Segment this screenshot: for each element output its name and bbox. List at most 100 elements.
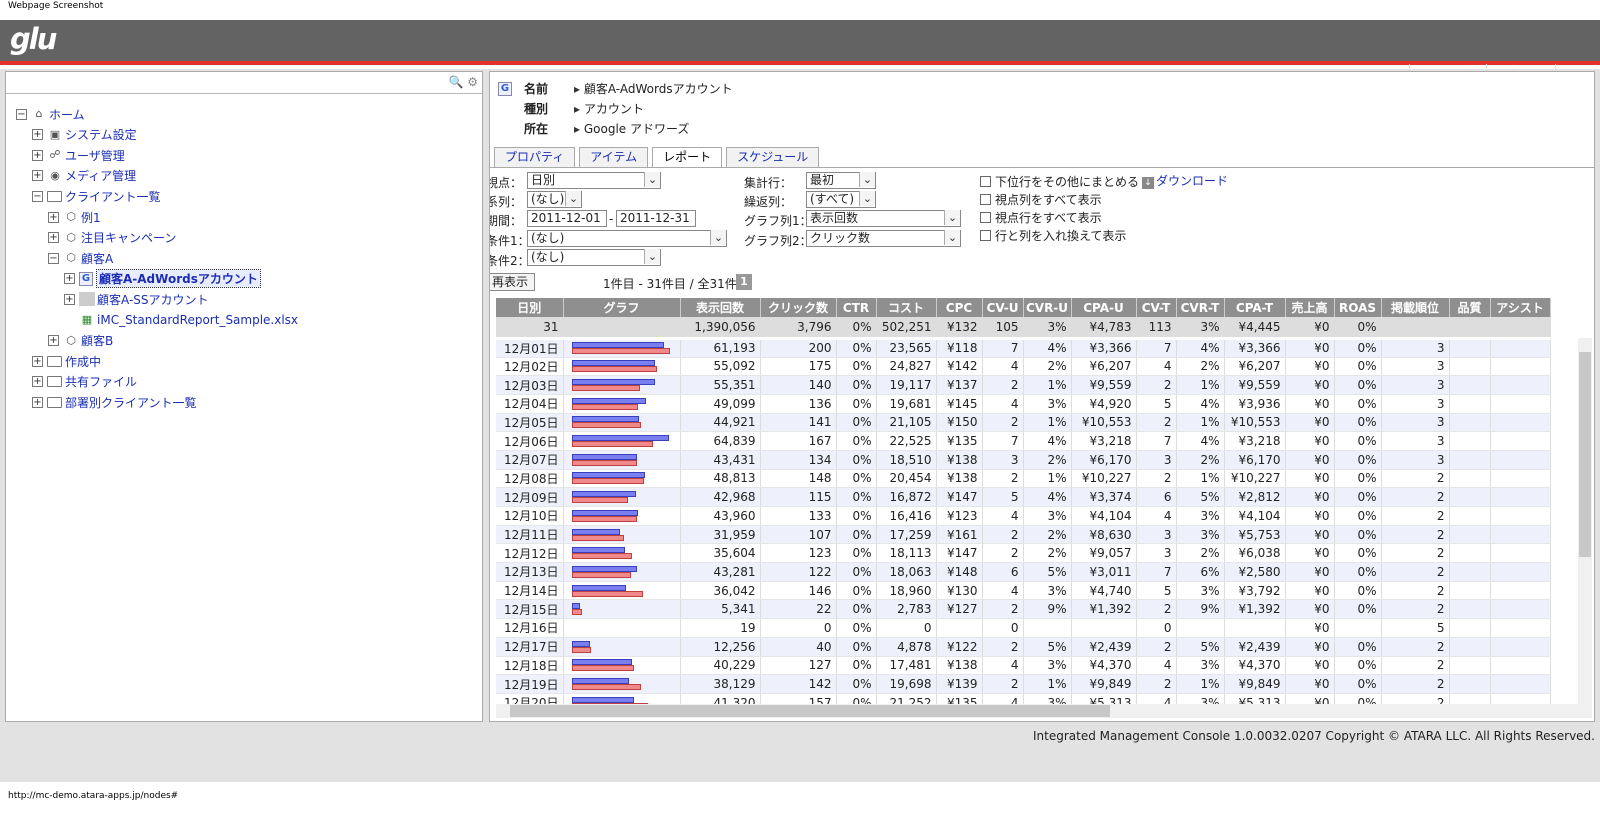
tree-node[interactable]: + ⬡ 顧客B	[48, 332, 113, 350]
expand-icon[interactable]: +	[32, 396, 43, 408]
tree-node-label[interactable]: 顧客B	[81, 332, 113, 349]
column-header[interactable]: CTR	[836, 298, 877, 317]
table-row[interactable]: 12月12日 35,604 123 0% 18,113 ¥147 2 2% ¥9,057 3 2% ¥…	[496, 543, 1551, 564]
view-select[interactable]: 日別	[527, 172, 661, 189]
show-all-cols-checkbox[interactable]: 視点列をすべて表示	[980, 191, 1102, 208]
table-row[interactable]: 12月09日 42,968 115 0% 16,872 ¥147 5 4% ¥3,374 6 5% ¥…	[496, 487, 1551, 507]
tree-node[interactable]: + ⬡ 例1	[48, 208, 101, 226]
tree-node[interactable]: ▦ iMC_StandardReport_Sample.xlsx	[64, 311, 298, 329]
tree-node-label[interactable]: ユーザ管理	[65, 147, 125, 164]
tree-node-label[interactable]: 顧客A	[81, 250, 113, 267]
merge-lower-checkbox[interactable]: 下位行をその他にまとめる	[980, 173, 1139, 190]
column-header[interactable]: CVR-U	[1023, 298, 1072, 317]
graph1-select[interactable]: 表示回数	[806, 210, 961, 227]
refresh-button[interactable]: 再表示	[490, 273, 536, 291]
table-row[interactable]: 12月06日 64,839 167 0% 22,525 ¥135 7 4% ¥3,218 7 4% ¥…	[496, 431, 1551, 451]
expand-icon[interactable]: +	[32, 149, 43, 161]
cond2-select[interactable]: (なし)	[527, 249, 661, 266]
tree-node[interactable]: + 顧客A-SSアカウント	[64, 290, 209, 308]
transpose-checkbox[interactable]: 行と列を入れ換えて表示	[980, 227, 1126, 244]
collapse-icon[interactable]: −	[16, 108, 27, 120]
tree-node[interactable]: + ⬡ 注目キャンペーン	[48, 229, 176, 247]
table-row[interactable]: 12月11日 31,959 107 0% 17,259 ¥161 2 2% ¥8,630 3 3% ¥…	[496, 525, 1551, 545]
table-row[interactable]: 12月01日 61,193 200 0% 23,565 ¥118 7 4% ¥3,366 7 4% ¥…	[496, 338, 1551, 358]
collapse-icon[interactable]: −	[48, 252, 59, 264]
expand-icon[interactable]: +	[64, 293, 75, 305]
tree-node[interactable]: + ☍ ユーザ管理	[32, 146, 125, 164]
table-row[interactable]: 12月18日 40,229 127 0% 17,481 ¥138 4 3% ¥4,370 4 3% ¥…	[496, 656, 1551, 676]
tree-search-input[interactable]: 🔍 ⚙	[6, 72, 482, 94]
expand-icon[interactable]: +	[64, 273, 75, 285]
tree-node-label[interactable]: 作成中	[65, 353, 101, 370]
tree-options-icon[interactable]: ⚙	[467, 75, 478, 89]
table-row[interactable]: 12月10日 43,960 133 0% 16,416 ¥123 4 3% ¥4,104 4 3% ¥…	[496, 506, 1551, 526]
column-header[interactable]: CPC	[936, 298, 983, 317]
tab-properties[interactable]: プロパティ	[494, 147, 576, 167]
table-row[interactable]: 12月08日 48,813 148 0% 20,454 ¥138 2 1% ¥10,227 2 1%…	[496, 469, 1551, 489]
expand-icon[interactable]: +	[32, 355, 43, 367]
table-row[interactable]: 12月02日 55,092 175 0% 24,827 ¥142 4 2% ¥6,207 4 2% ¥…	[496, 357, 1551, 377]
table-row[interactable]: 12月04日 49,099 136 0% 19,681 ¥145 4 3% ¥4,920 5 4% ¥…	[496, 394, 1551, 414]
tree-node[interactable]: + 部署別クライアント一覧	[32, 393, 197, 411]
tree-node-label[interactable]: 注目キャンペーン	[81, 229, 176, 246]
column-header[interactable]: CVR-T	[1176, 298, 1225, 317]
cond1-select[interactable]: (なし)	[527, 230, 727, 247]
tree-node[interactable]: + 作成中	[32, 352, 101, 370]
period-to-input[interactable]: 2011-12-31	[616, 210, 696, 227]
tab-items[interactable]: アイテム	[579, 147, 649, 167]
page-1-button[interactable]: 1	[736, 274, 752, 290]
tree-node-label[interactable]: 共有ファイル	[65, 373, 137, 390]
tree-node[interactable]: + 共有ファイル	[32, 373, 137, 391]
expand-icon[interactable]: +	[48, 335, 59, 347]
expand-icon[interactable]: +	[32, 129, 43, 141]
aggregate-select[interactable]: 最初	[806, 172, 876, 189]
tree-node-label[interactable]: システム設定	[65, 126, 137, 143]
series-select[interactable]: (なし)	[527, 191, 582, 208]
expand-icon[interactable]: +	[32, 376, 43, 388]
table-row[interactable]: 12月03日 55,351 140 0% 19,117 ¥137 2 1% ¥9,559 2 1% ¥…	[496, 375, 1551, 395]
search-icon[interactable]: 🔍	[448, 75, 463, 89]
tree-node[interactable]: + ◉ メディア管理	[32, 167, 136, 185]
repeat-select[interactable]: (すべて)	[806, 191, 876, 208]
column-header[interactable]: 品質	[1449, 298, 1491, 317]
column-header[interactable]: グラフ	[563, 298, 681, 317]
tab-schedule[interactable]: スケジュール	[726, 147, 820, 167]
expand-icon[interactable]: +	[48, 232, 59, 244]
column-header[interactable]: 売上高	[1285, 298, 1335, 317]
column-header[interactable]: 掲載順位	[1381, 298, 1450, 317]
download-link[interactable]: ↓ ダウンロード	[1142, 172, 1228, 189]
tree-node[interactable]: + G 顧客A-AdWordsアカウント	[64, 269, 261, 289]
tree-node-label[interactable]: 顧客A-SSアカウント	[97, 291, 209, 308]
column-header[interactable]: 表示回数	[680, 298, 761, 317]
table-row[interactable]: 12月19日 38,129 142 0% 19,698 ¥139 2 1% ¥9,849 2 1% ¥…	[496, 674, 1551, 694]
tree-node-label[interactable]: iMC_StandardReport_Sample.xlsx	[97, 313, 298, 327]
tree-node-label[interactable]: クライアント一覧	[65, 188, 161, 205]
table-row[interactable]: 12月14日 36,042 146 0% 18,960 ¥130 4 3% ¥4,740 5 3% ¥…	[496, 581, 1551, 601]
table-row[interactable]: 12月15日 5,341 22 0% 2,783 ¥127 2 9% ¥1,392 2 9% ¥1,3…	[496, 599, 1551, 620]
column-header[interactable]: 日別	[496, 298, 564, 317]
period-from-input[interactable]: 2011-12-01	[527, 210, 607, 227]
column-header[interactable]: CV-T	[1136, 298, 1177, 317]
expand-icon[interactable]: +	[48, 211, 59, 223]
tree-node[interactable]: − クライアント一覧	[32, 187, 161, 205]
graph2-select[interactable]: クリック数	[806, 230, 961, 247]
table-row[interactable]: 12月07日 43,431 134 0% 18,510 ¥138 3 2% ¥6,170 3 2% ¥…	[496, 450, 1551, 470]
tree-node[interactable]: − ⬡ 顧客A	[48, 249, 113, 267]
column-header[interactable]: アシスト	[1490, 298, 1551, 317]
tree-node-label[interactable]: 部署別クライアント一覧	[65, 394, 197, 411]
tree-node-label[interactable]: ホーム	[49, 106, 85, 123]
tree-node[interactable]: − ⌂ ホーム	[16, 105, 85, 123]
column-header[interactable]: CPA-T	[1224, 298, 1286, 317]
column-header[interactable]: コスト	[876, 298, 937, 317]
vertical-scrollbar[interactable]	[1578, 338, 1592, 706]
table-row[interactable]: 12月17日 12,256 40 0% 4,878 ¥122 2 5% ¥2,439 2 5% ¥2,…	[496, 637, 1551, 657]
column-header[interactable]: ROAS	[1334, 298, 1382, 317]
collapse-icon[interactable]: −	[32, 190, 43, 202]
app-logo[interactable]: glu	[10, 22, 57, 56]
tree-node-label[interactable]: メディア管理	[65, 167, 136, 184]
column-header[interactable]: CPA-U	[1071, 298, 1137, 317]
expand-icon[interactable]: +	[32, 170, 43, 182]
tree-node-label[interactable]: 顧客A-AdWordsアカウント	[96, 269, 261, 289]
table-row[interactable]: 12月13日 43,281 122 0% 18,063 ¥148 6 5% ¥3,011 7 6% ¥…	[496, 562, 1551, 582]
tab-report[interactable]: レポート	[652, 147, 723, 168]
